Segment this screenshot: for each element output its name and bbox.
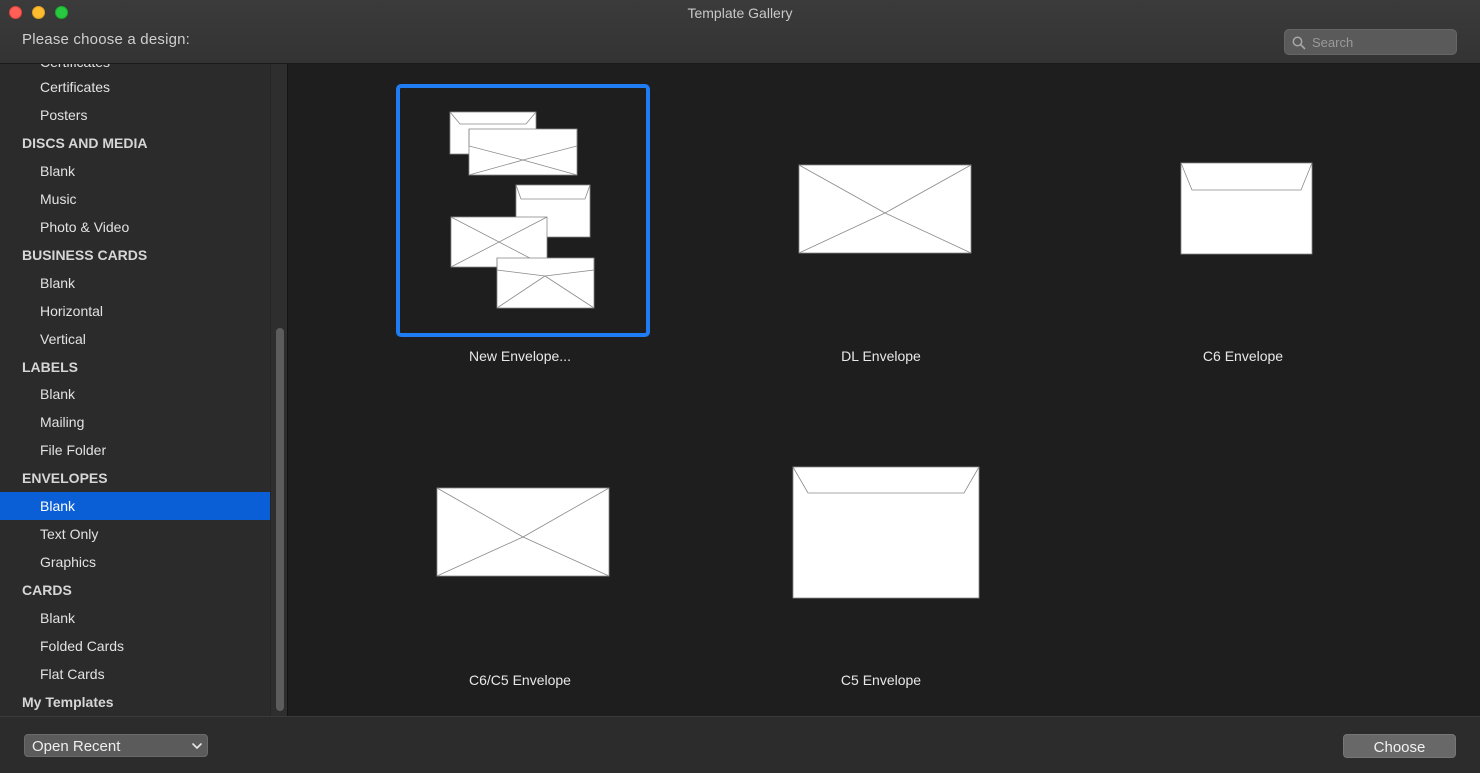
sidebar-row-label: Photo & Video: [40, 218, 130, 235]
template-name: New Envelope...: [469, 348, 571, 364]
sidebar-item-graphics[interactable]: Graphics: [0, 548, 270, 576]
sidebar-row-label: Vertical: [40, 330, 86, 347]
template-gallery-window: Template Gallery Please choose a design:…: [0, 0, 1480, 773]
sidebar-row-label: Blank: [40, 162, 76, 179]
template-tile-c6-envelope[interactable]: C6 Envelope: [1113, 84, 1373, 364]
sidebar-row-label: Certificates: [40, 79, 111, 95]
envelope-c6c5-icon: [436, 487, 610, 577]
sidebar-header-business-cards: BUSINESS CARDS: [0, 241, 270, 269]
multiple-envelopes-icon: [449, 111, 595, 309]
sidebar-row-label: Horizontal: [40, 302, 104, 319]
sidebar-row-label: Flat Cards: [40, 665, 105, 682]
title-bar: Template Gallery Please choose a design:…: [0, 0, 1480, 64]
template-grid: New Envelope... DL Envelope C6 Envelope: [289, 64, 1480, 716]
template-name: DL Envelope: [841, 348, 921, 364]
envelope-c5-icon: [792, 466, 980, 599]
sidebar-item-vertical[interactable]: Vertical: [0, 325, 270, 353]
search-field[interactable]: Search: [1284, 29, 1457, 55]
sidebar-item-blank[interactable]: Blank: [0, 604, 270, 632]
envelope-c6-icon: [1180, 162, 1313, 255]
sidebar-item-photo-video[interactable]: Photo & Video: [0, 213, 270, 241]
sidebar-row-label: Music: [40, 190, 77, 207]
sidebar-item-blank[interactable]: Blank: [0, 157, 270, 185]
chevron-down-icon: [192, 743, 202, 749]
sidebar-item-mailing[interactable]: Mailing: [0, 408, 270, 436]
sidebar-header-my-templates[interactable]: My Templates: [0, 688, 270, 716]
sidebar-item-folded-cards[interactable]: Folded Cards: [0, 632, 270, 660]
sidebar-scroll-thumb[interactable]: [276, 328, 284, 711]
template-name: C5 Envelope: [840, 672, 922, 688]
sidebar-row-label: Folded Cards: [40, 638, 125, 654]
sidebar-scrollbar[interactable]: [270, 64, 287, 716]
sidebar-item-flat-cards[interactable]: Flat Cards: [0, 660, 270, 688]
choose-design-prompt: Please choose a design:: [22, 31, 191, 48]
sidebar-item-blank[interactable]: Blank: [0, 380, 270, 408]
template-tile-new-envelope[interactable]: New Envelope...: [390, 84, 650, 364]
window-title: Template Gallery: [687, 5, 793, 21]
open-recent-label: Open Recent: [32, 738, 121, 755]
sidebar-item-text-only[interactable]: Text Only: [0, 520, 270, 548]
template-name: C6 Envelope: [1202, 348, 1284, 364]
template-tile-c5-envelope[interactable]: C5 Envelope: [751, 409, 1011, 689]
sidebar-item-blank[interactable]: Blank: [0, 492, 270, 521]
sidebar-item-posters[interactable]: Posters: [0, 101, 270, 129]
sidebar-row-label: Blank: [40, 610, 76, 627]
sidebar-item-blank[interactable]: Blank: [0, 269, 270, 297]
sidebar-item-cut-off[interactable]: Certificates: [40, 64, 110, 70]
sidebar-item-music[interactable]: Music: [0, 185, 270, 213]
sidebar-item-horizontal[interactable]: Horizontal: [0, 297, 270, 325]
sidebar-row-label: ENVELOPES: [22, 470, 108, 487]
sidebar-header-envelopes: ENVELOPES: [0, 464, 270, 492]
sidebar-row-label: Graphics: [40, 554, 97, 571]
choose-button-label: Choose: [1373, 739, 1426, 756]
search-placeholder: Search: [1312, 35, 1354, 50]
envelope-dl-icon: [798, 164, 972, 254]
sidebar-row-label: File Folder: [40, 442, 107, 459]
sidebar-header-labels: LABELS: [0, 353, 270, 381]
sidebar-row-label: Blank: [40, 386, 76, 403]
sidebar-header-cards: CARDS: [0, 576, 270, 604]
sidebar-row-label: CARDS: [22, 582, 72, 599]
sidebar-row-label: Text Only: [40, 526, 99, 543]
sidebar-row-label: LABELS: [22, 358, 78, 375]
open-recent-popup[interactable]: Open Recent: [24, 734, 208, 757]
template-tile-c6c5-envelope[interactable]: C6/C5 Envelope: [390, 409, 650, 689]
sidebar-row-label: BUSINESS CARDS: [22, 246, 148, 263]
sidebar-row-label: Mailing: [40, 414, 85, 431]
sidebar-header-discs-and-media: DISCS AND MEDIA: [0, 129, 270, 157]
sidebar-row-label: Posters: [40, 106, 88, 123]
footer-bar: Open Recent Choose: [0, 716, 1480, 773]
template-tile-dl-envelope[interactable]: DL Envelope: [751, 84, 1011, 364]
category-sidebar: Certificates Certificates Posters DISCS AND…: [0, 64, 288, 716]
sidebar-row-label: Blank: [40, 498, 76, 515]
sidebar-row-label: DISCS AND MEDIA: [22, 134, 148, 151]
magnifier-icon: [1292, 36, 1306, 50]
choose-button[interactable]: Choose: [1343, 734, 1456, 758]
sidebar-item-file-folder[interactable]: File Folder: [0, 436, 270, 464]
sidebar-row-label: My Templates: [22, 693, 114, 710]
template-name: C6/C5 Envelope: [469, 672, 571, 688]
sidebar-item-certificates[interactable]: Certificates: [0, 73, 270, 101]
sidebar-row-label: Blank: [40, 274, 76, 291]
